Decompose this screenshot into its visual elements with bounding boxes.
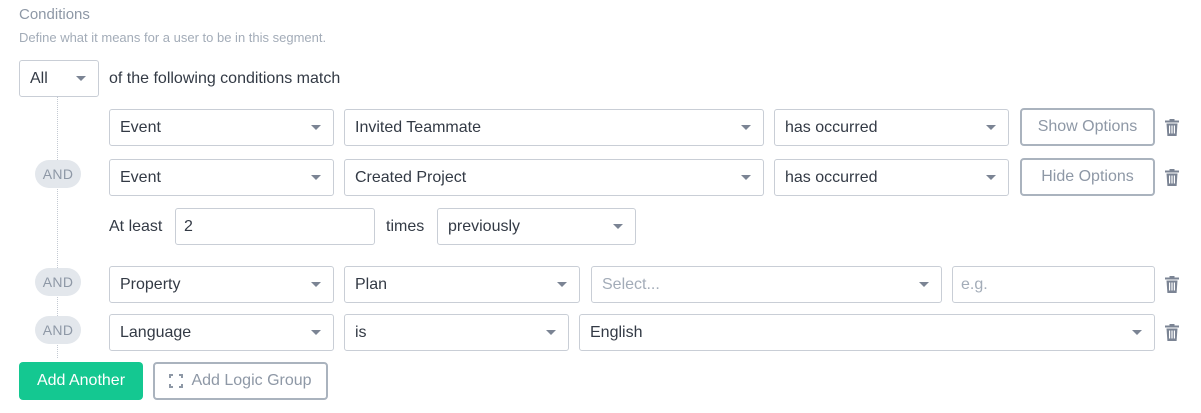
- condition-2-event-value: Created Project: [355, 168, 467, 186]
- chevron-down-icon: [546, 330, 556, 335]
- condition-2-type-select[interactable]: Event: [109, 159, 334, 196]
- chevron-down-icon: [311, 330, 321, 335]
- trash-icon[interactable]: [1165, 324, 1179, 341]
- and-connector: AND: [35, 268, 81, 296]
- trash-icon[interactable]: [1165, 276, 1179, 293]
- condition-3-operator-select[interactable]: Select...: [591, 266, 942, 303]
- condition-3-type-value: Property: [120, 275, 181, 293]
- condition-1-event-select[interactable]: Invited Teammate: [344, 109, 764, 146]
- condition-4-value-value: English: [590, 323, 643, 341]
- add-another-button[interactable]: Add Another: [19, 362, 143, 400]
- hide-options-button[interactable]: Hide Options: [1020, 158, 1155, 196]
- times-label: times: [386, 218, 425, 235]
- condition-4-operator-value: is: [355, 323, 367, 341]
- add-logic-group-button[interactable]: Add Logic Group: [153, 362, 328, 400]
- chevron-down-icon: [741, 125, 751, 130]
- condition-4-value-select[interactable]: English: [579, 314, 1155, 351]
- chevron-down-icon: [311, 125, 321, 130]
- section-title: Conditions: [19, 6, 90, 23]
- add-logic-group-label: Add Logic Group: [191, 372, 312, 389]
- chevron-down-icon: [919, 282, 929, 287]
- chevron-down-icon: [557, 282, 567, 287]
- show-options-button[interactable]: Show Options: [1020, 108, 1155, 146]
- condition-1-type-value: Event: [120, 118, 161, 136]
- trash-icon[interactable]: [1165, 169, 1179, 186]
- condition-1-operator-select[interactable]: has occurred: [774, 109, 1009, 146]
- condition-3-operator-placeholder: Select...: [602, 275, 660, 293]
- condition-1-type-select[interactable]: Event: [109, 109, 334, 146]
- chevron-down-icon: [741, 175, 751, 180]
- condition-1-operator-value: has occurred: [785, 118, 878, 136]
- condition-4-operator-select[interactable]: is: [344, 314, 569, 351]
- chevron-down-icon: [613, 224, 623, 229]
- at-least-label: At least: [109, 218, 163, 235]
- and-connector: AND: [35, 160, 81, 188]
- section-description: Define what it means for a user to be in…: [19, 30, 327, 45]
- chevron-down-icon: [76, 76, 86, 81]
- condition-1-event-value: Invited Teammate: [355, 118, 481, 136]
- trash-icon[interactable]: [1165, 119, 1179, 136]
- condition-2-operator-select[interactable]: has occurred: [774, 159, 1009, 196]
- condition-2-type-value: Event: [120, 168, 161, 186]
- chevron-down-icon: [311, 175, 321, 180]
- occurrence-count-input[interactable]: [175, 208, 375, 245]
- bracket-frame-icon: [169, 374, 184, 388]
- and-connector: AND: [35, 316, 81, 344]
- condition-3-type-select[interactable]: Property: [109, 266, 334, 303]
- match-mode-suffix: of the following conditions match: [109, 70, 341, 87]
- chevron-down-icon: [986, 175, 996, 180]
- condition-3-property-select[interactable]: Plan: [344, 266, 580, 303]
- condition-3-value-input[interactable]: [952, 266, 1155, 303]
- chevron-down-icon: [986, 125, 996, 130]
- timeframe-select[interactable]: previously: [437, 208, 636, 245]
- condition-2-event-select[interactable]: Created Project: [344, 159, 764, 196]
- condition-4-type-value: Language: [120, 323, 192, 341]
- match-mode-value: All: [30, 69, 48, 87]
- chevron-down-icon: [311, 282, 321, 287]
- chevron-down-icon: [1132, 330, 1142, 335]
- timeframe-value: previously: [448, 217, 521, 235]
- match-mode-select[interactable]: All: [19, 60, 99, 97]
- condition-4-type-select[interactable]: Language: [109, 314, 334, 351]
- condition-2-operator-value: has occurred: [785, 168, 878, 186]
- condition-3-property-value: Plan: [355, 275, 388, 293]
